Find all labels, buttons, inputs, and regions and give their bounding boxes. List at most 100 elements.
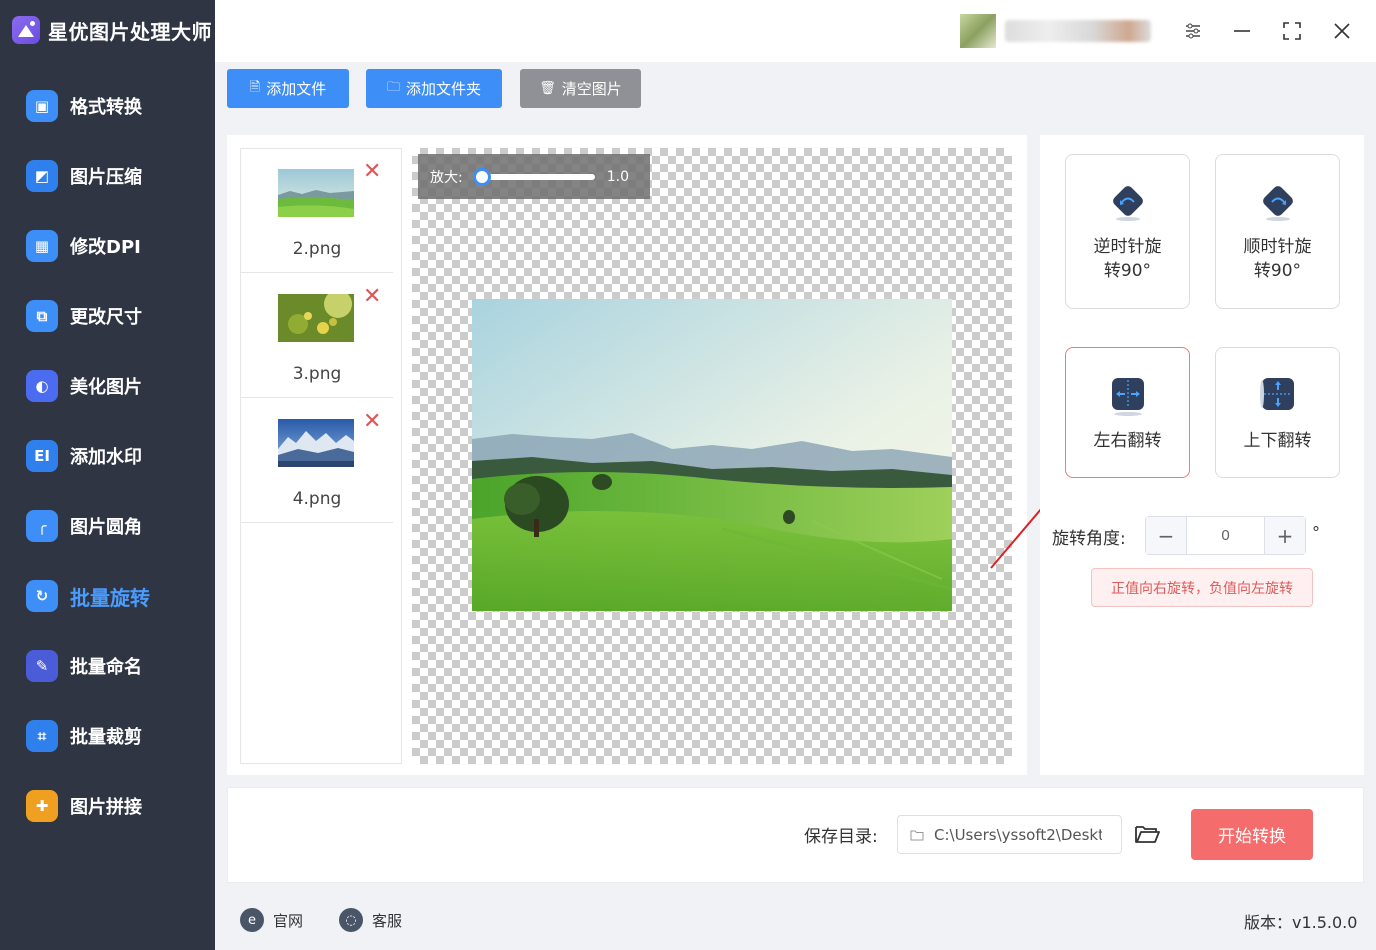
sidebar-item-7[interactable]: ╭ 图片圆角 — [0, 498, 215, 554]
maximize-icon[interactable] — [1275, 14, 1309, 48]
sidebar-item-2[interactable]: ◩ 图片压缩 — [0, 148, 215, 204]
website-label: 官网 — [273, 911, 304, 930]
sidebar-item-label: 批量旋转 — [70, 585, 150, 610]
image-compress-icon: ◩ — [26, 160, 58, 192]
crop-icon: ⌗ — [26, 720, 58, 752]
zoom-label: 放大: — [430, 169, 463, 186]
watermark-icon: EI — [26, 440, 58, 472]
browser-icon: e — [240, 908, 264, 932]
folder-outline-icon — [910, 830, 924, 840]
close-icon[interactable] — [1325, 14, 1359, 48]
round-corner-icon: ╭ — [26, 510, 58, 542]
add-folder-label: 添加文件夹 — [406, 80, 482, 98]
settings-icon[interactable] — [1176, 14, 1210, 48]
rotate-ccw-label: 逆时针旋 — [1093, 237, 1162, 257]
sidebar-item-label: 修改DPI — [70, 237, 141, 258]
file-list: 2.png ✕ 3.png ✕ 4.png ✕ — [240, 148, 402, 764]
avatar[interactable] — [960, 14, 996, 48]
image-convert-icon: ▣ — [26, 90, 58, 122]
support-label: 客服 — [372, 911, 403, 930]
rename-icon: ✎ — [26, 650, 58, 682]
save-directory-path: C:\Users\yssoft2\Desktop — [934, 825, 1102, 844]
zoom-control: 放大: 1.0 — [418, 154, 650, 199]
trash-icon: 🗑 — [539, 81, 556, 96]
remove-file-icon[interactable]: ✕ — [363, 286, 381, 308]
flip-vertical-label: 上下翻转 — [1243, 431, 1312, 451]
sidebar-item-6[interactable]: EI 添加水印 — [0, 428, 215, 484]
sidebar-item-1[interactable]: ▣ 格式转换 — [0, 78, 215, 134]
list-item[interactable]: 3.png ✕ — [241, 274, 393, 398]
sidebar-item-3[interactable]: ▦ 修改DPI — [0, 218, 215, 274]
flip-vertical-button[interactable]: 上下翻转 — [1215, 347, 1340, 478]
flip-horizontal-icon — [1112, 378, 1144, 416]
file-name: 4.png — [292, 489, 342, 509]
rotate-cw-label: 顺时针旋 — [1243, 237, 1312, 257]
rotate-cw-icon — [1263, 186, 1293, 221]
dpi-icon: ▦ — [26, 230, 58, 262]
title-bar — [215, 0, 1376, 62]
add-file-button[interactable]: 🗎 添加文件 — [227, 69, 349, 108]
start-convert-button[interactable]: 开始转换 — [1191, 809, 1313, 860]
sidebar-item-4[interactable]: ⧉ 更改尺寸 — [0, 288, 215, 344]
app-title: 星优图片处理大师 — [48, 19, 212, 44]
flip-horizontal-label: 左右翻转 — [1093, 431, 1162, 451]
sidebar-item-label: 格式转换 — [70, 97, 142, 118]
rotate-icon: ↻ — [26, 580, 58, 612]
clear-images-label: 清空图片 — [561, 80, 622, 98]
decrease-angle-button[interactable]: − — [1146, 517, 1187, 554]
sidebar-item-8[interactable]: ↻ 批量旋转 — [0, 568, 215, 624]
save-directory-label: 保存目录: — [804, 827, 878, 847]
file-name: 2.png — [292, 239, 342, 259]
thumbnail-image — [278, 419, 354, 467]
degree-unit: ° — [1312, 523, 1320, 542]
version-text: 版本：v1.5.0.0 — [1244, 913, 1358, 932]
add-file-label: 添加文件 — [266, 80, 327, 98]
flip-vertical-icon — [1260, 378, 1294, 410]
thumbnail-image — [278, 294, 354, 342]
minimize-icon[interactable] — [1225, 14, 1259, 48]
zoom-slider[interactable] — [472, 167, 595, 186]
user-name-blurred — [1005, 20, 1151, 42]
sidebar-item-5[interactable]: ◐ 美化图片 — [0, 358, 215, 414]
app-logo-icon — [12, 16, 40, 44]
rotation-angle-input[interactable] — [1187, 517, 1264, 554]
chat-icon: ◌ — [339, 908, 363, 932]
sidebar-item-11[interactable]: ✚ 图片拼接 — [0, 778, 215, 834]
website-link[interactable]: e 官网 — [240, 906, 303, 934]
rotate-cw-button[interactable]: 顺时针旋 转90° — [1215, 154, 1340, 309]
add-folder-button[interactable]: 🗀 添加文件夹 — [366, 69, 502, 108]
resize-icon: ⧉ — [26, 300, 58, 332]
thumbnail-image — [278, 169, 354, 217]
file-icon: 🗎 — [249, 79, 261, 95]
rotate-ccw-label-2: 转90° — [1103, 261, 1152, 281]
zoom-slider-handle[interactable] — [472, 167, 491, 186]
clear-images-button[interactable]: 🗑 清空图片 — [520, 69, 641, 108]
remove-file-icon[interactable]: ✕ — [363, 411, 381, 433]
sidebar-item-label: 添加水印 — [70, 447, 142, 468]
sidebar-item-9[interactable]: ✎ 批量命名 — [0, 638, 215, 694]
preview-image — [472, 299, 952, 611]
list-item[interactable]: 4.png ✕ — [241, 399, 393, 523]
rotate-ccw-icon — [1113, 186, 1143, 221]
puzzle-icon: ✚ — [26, 790, 58, 822]
sidebar-item-label: 美化图片 — [70, 377, 142, 398]
sidebar-item-label: 图片压缩 — [70, 167, 142, 188]
folder-icon: 🗀 — [386, 79, 400, 95]
sidebar-item-label: 批量裁剪 — [70, 727, 142, 748]
remove-file-icon[interactable]: ✕ — [363, 161, 381, 183]
list-item[interactable]: 2.png ✕ — [241, 149, 393, 273]
beautify-icon: ◐ — [26, 370, 58, 402]
rotation-hint: 正值向右旋转，负值向左旋转 — [1091, 568, 1313, 607]
rotate-ccw-button[interactable]: 逆时针旋 转90° — [1065, 154, 1190, 309]
sidebar-item-label: 批量命名 — [70, 657, 142, 678]
rotate-cw-label-2: 转90° — [1253, 261, 1302, 281]
flip-horizontal-button[interactable]: 左右翻转 — [1065, 347, 1190, 478]
increase-angle-button[interactable]: + — [1264, 517, 1305, 554]
open-folder-icon[interactable] — [1133, 820, 1161, 848]
file-name: 3.png — [292, 364, 342, 384]
sidebar-item-10[interactable]: ⌗ 批量裁剪 — [0, 708, 215, 764]
rotation-angle-label: 旋转角度: — [1052, 529, 1126, 549]
save-directory-field[interactable]: C:\Users\yssoft2\Desktop — [897, 815, 1122, 854]
support-link[interactable]: ◌ 客服 — [339, 906, 402, 934]
sidebar-item-label: 更改尺寸 — [70, 307, 142, 328]
